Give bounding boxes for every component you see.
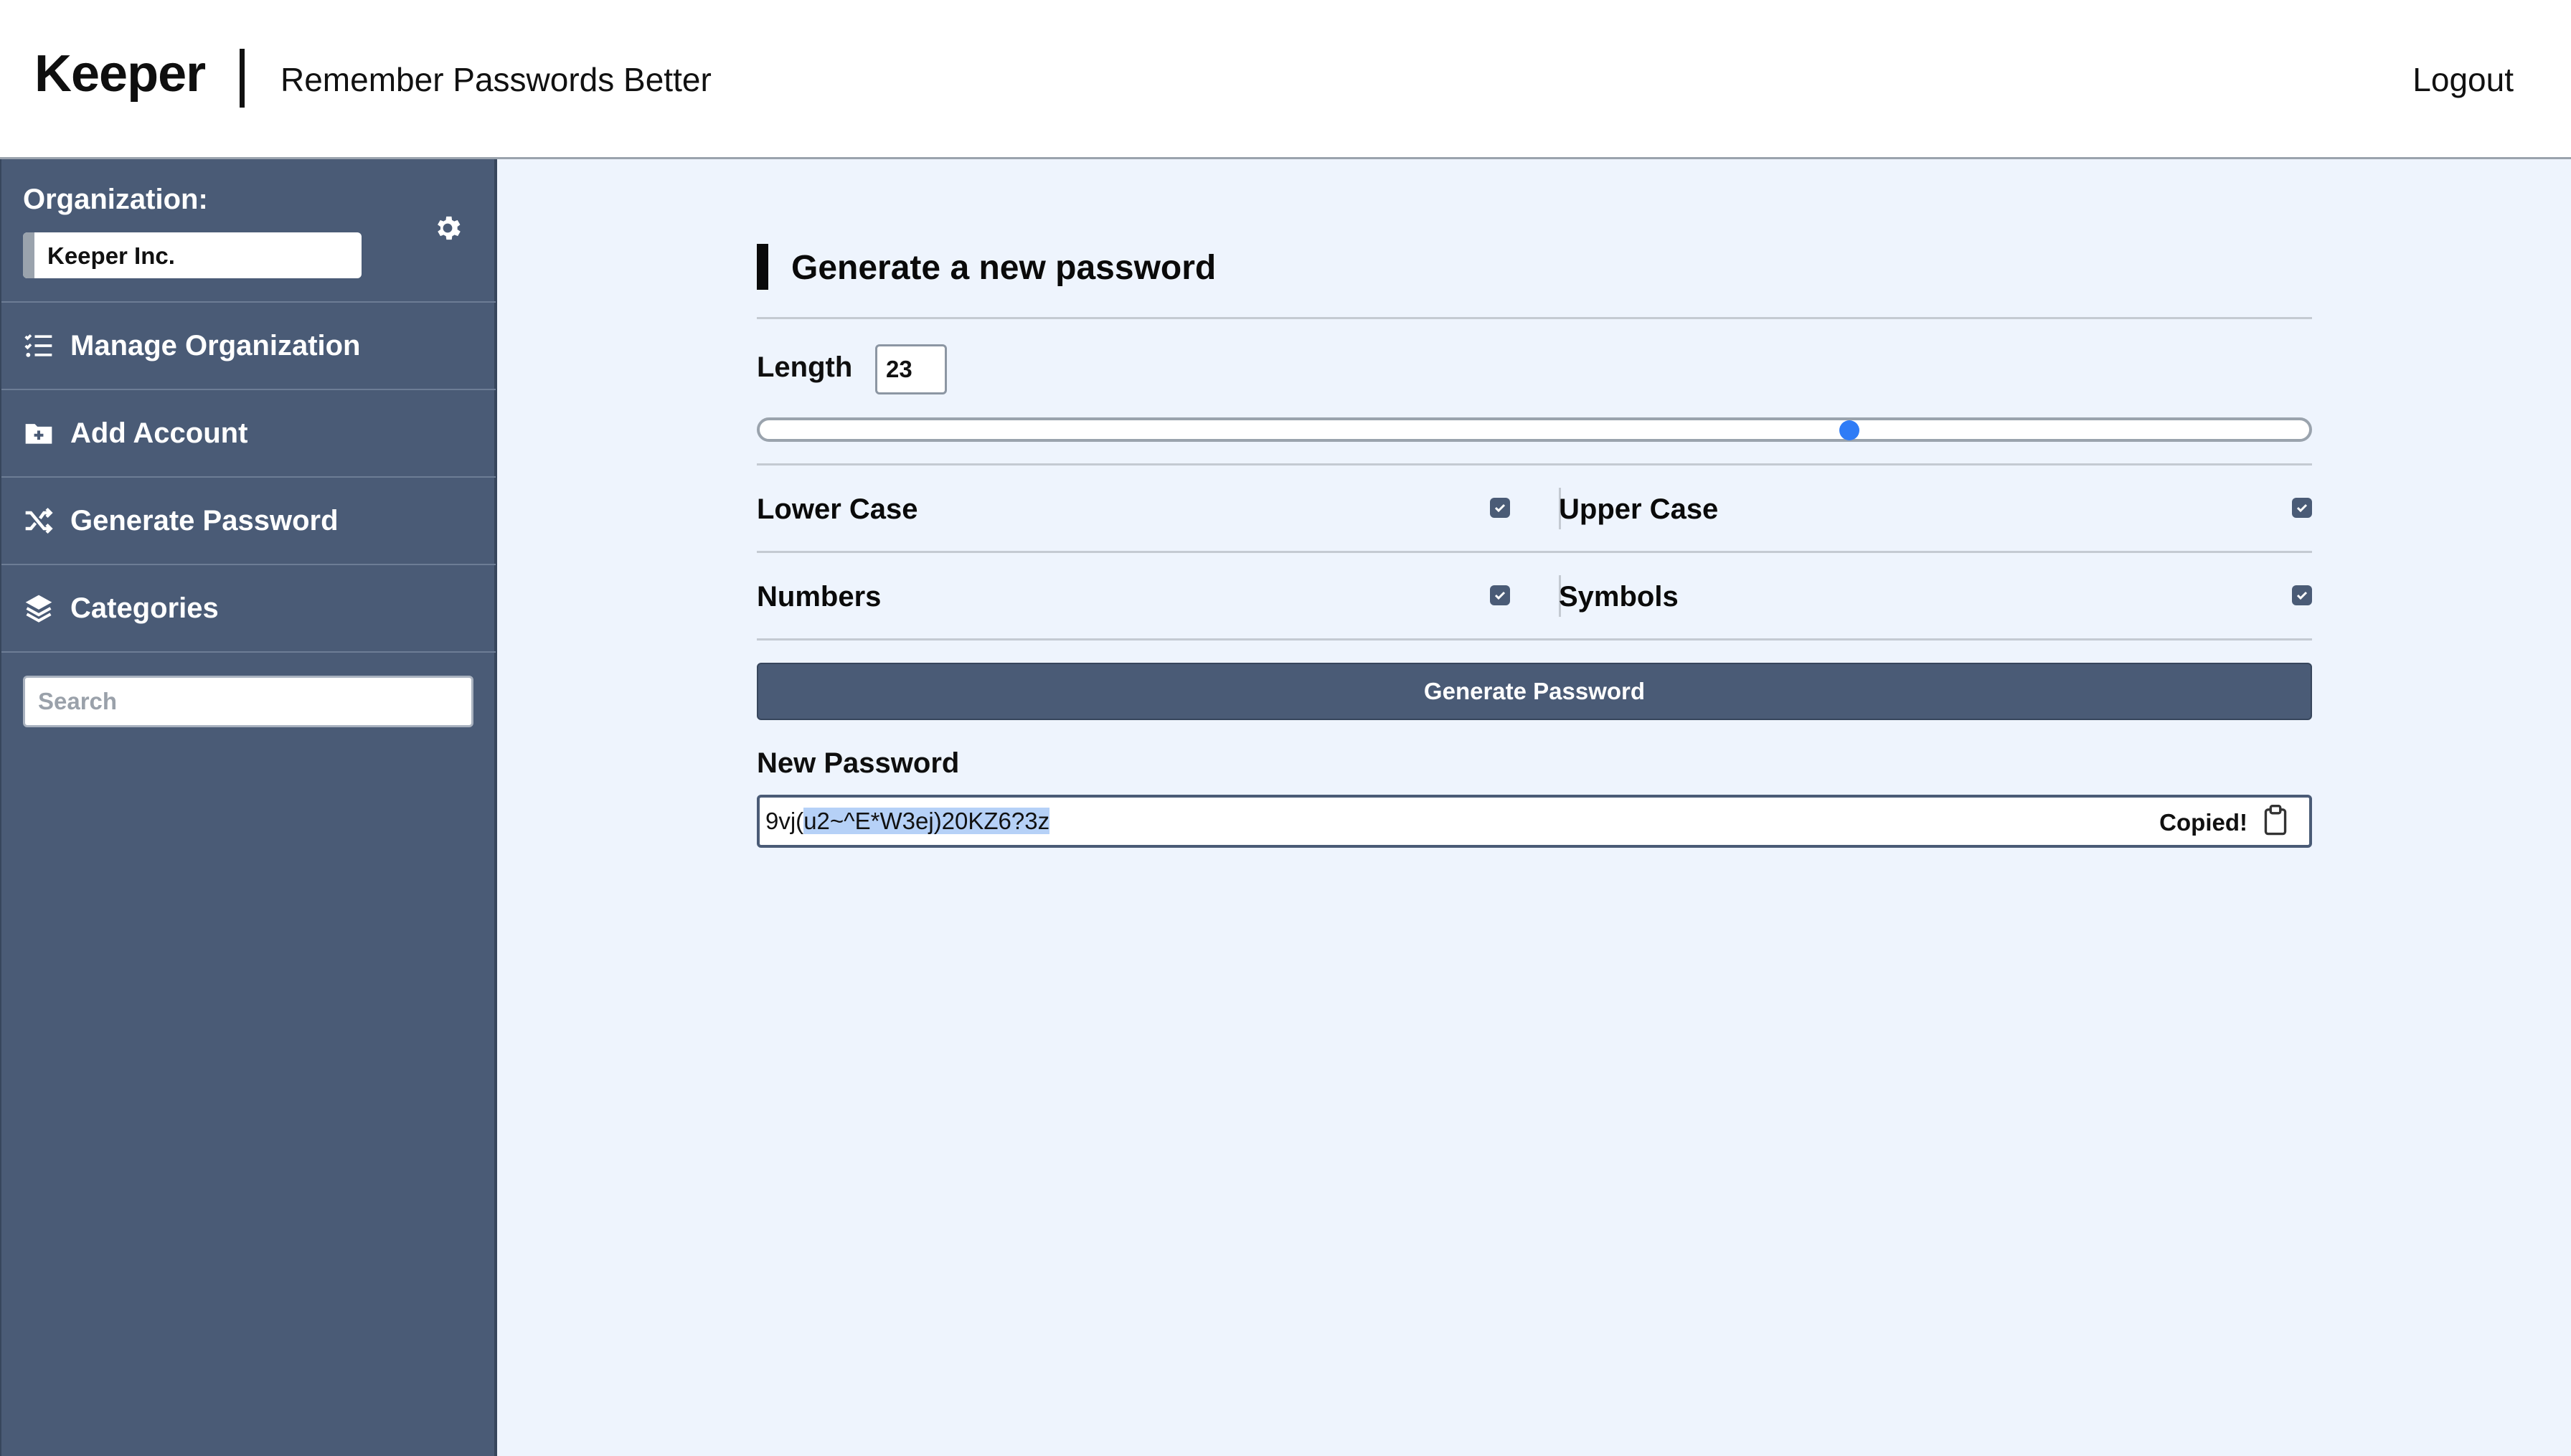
tagline: Remember Passwords Better: [280, 61, 712, 98]
gear-icon[interactable]: [432, 212, 463, 244]
check-icon: [1494, 591, 1506, 600]
brand-divider: [240, 49, 245, 108]
brand-logo[interactable]: Keeper: [34, 44, 206, 103]
sidebar-item-add-account[interactable]: Add Account: [1, 390, 496, 478]
new-password-label: New Password: [757, 747, 960, 779]
divider: [757, 551, 2312, 553]
new-password-field[interactable]: 9vj(u2~^E*W3ej)20KZ6?3z Copied!: [757, 795, 2312, 848]
shuffle-icon: [25, 507, 53, 534]
new-password-value[interactable]: 9vj(u2~^E*W3ej)20KZ6?3z: [765, 808, 1050, 835]
length-slider[interactable]: [757, 417, 2312, 442]
check-icon: [2296, 591, 2308, 600]
sidebar-item-manage-organization[interactable]: Manage Organization: [1, 303, 496, 390]
lower-case-checkbox[interactable]: [1490, 498, 1510, 518]
lower-case-label: Lower Case: [757, 493, 918, 525]
length-input[interactable]: [875, 344, 947, 394]
sidebar: Organization: Keeper Inc. Manage Organiz…: [0, 159, 497, 1456]
symbols-label: Symbols: [1559, 581, 1679, 613]
check-icon: [1494, 504, 1506, 513]
password-selected-text: u2~^E*W3ej)20KZ6?3z: [803, 808, 1050, 834]
password-prefix: 9vj(: [765, 808, 804, 834]
folder-plus-icon: [25, 424, 52, 444]
organization-select-value: Keeper Inc.: [47, 242, 175, 269]
numbers-label: Numbers: [757, 581, 882, 613]
sidebar-item-categories[interactable]: Categories: [1, 565, 496, 653]
upper-case-checkbox[interactable]: [2292, 498, 2312, 518]
search-input[interactable]: [23, 676, 473, 727]
length-label: Length: [757, 351, 853, 383]
app-header: Keeper Remember Passwords Better Logout: [0, 0, 2571, 159]
divider: [757, 638, 2312, 640]
divider: [757, 463, 2312, 465]
organization-select[interactable]: Keeper Inc.: [23, 232, 362, 278]
sidebar-item-label: Manage Organization: [70, 330, 361, 361]
clipboard-icon[interactable]: [2263, 805, 2288, 836]
generate-password-button[interactable]: Generate Password: [757, 663, 2312, 720]
copied-status: Copied!: [2159, 809, 2247, 836]
layers-icon: [25, 595, 52, 623]
length-slider-thumb[interactable]: [1839, 420, 1859, 440]
organization-block: Organization: Keeper Inc.: [1, 159, 496, 303]
check-icon: [2296, 504, 2308, 513]
organization-select-stripe: [23, 232, 34, 278]
organization-label: Organization:: [23, 184, 208, 215]
page-title: Generate a new password: [791, 249, 1217, 287]
list-check-icon: [24, 334, 52, 357]
symbols-checkbox[interactable]: [2292, 585, 2312, 605]
sidebar-item-label: Categories: [70, 592, 219, 624]
upper-case-label: Upper Case: [1559, 493, 1719, 525]
numbers-checkbox[interactable]: [1490, 585, 1510, 605]
sidebar-item-generate-password[interactable]: Generate Password: [1, 478, 496, 565]
sidebar-item-label: Add Account: [70, 417, 248, 449]
divider: [757, 317, 2312, 319]
sidebar-item-label: Generate Password: [70, 505, 339, 536]
main-content: Generate a new password Length Lower Cas…: [500, 159, 2571, 1456]
title-accent-bar: [757, 244, 768, 290]
logout-link[interactable]: Logout: [2412, 60, 2514, 99]
